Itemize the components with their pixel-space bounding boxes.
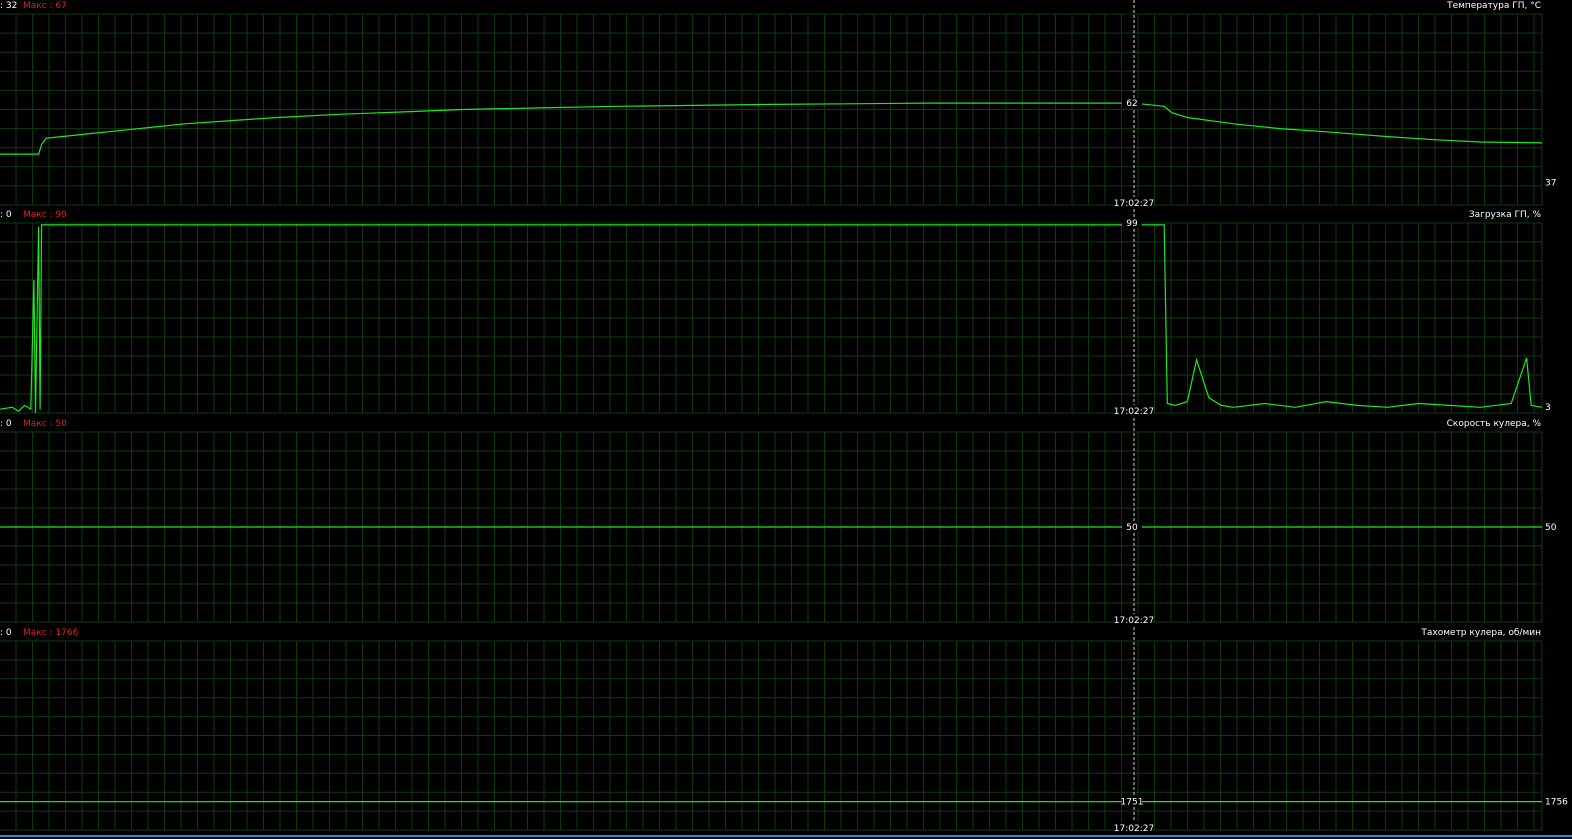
graph-panel-3: : 0 Макс : 50 Скорость кулера, % 50 50 17:02:… xyxy=(0,418,1572,626)
min-value-label: : 0 xyxy=(0,628,12,638)
min-value-label: : 0 xyxy=(0,210,12,220)
current-value-label: 37 xyxy=(1545,179,1556,189)
cursor-time-label: 17:02:27 xyxy=(1114,616,1154,626)
panel-header xyxy=(0,0,1572,13)
cursor-value-label: 99 xyxy=(1126,219,1138,229)
panel-grid xyxy=(0,13,1543,206)
current-value-label: 50 xyxy=(1545,523,1557,533)
graph-title: Загрузка ГП, % xyxy=(1469,210,1542,220)
graph-panel-1: : 32 Макс : 67 Температура ГП, °C 62 37 17:02… xyxy=(0,0,1572,209)
series-line-1 xyxy=(0,224,1543,414)
cursor-value-label: 62 xyxy=(1126,99,1137,109)
graph-panel-2: : 0 Макс : 99 Загрузка ГП, % 99 3 17:02:27 xyxy=(0,209,1572,417)
panel-header xyxy=(0,209,1572,222)
cursor-value-label: 50 xyxy=(1126,523,1138,533)
graph-panel-4: : 0 Макс : 1766 Тахометр кулера, об/мин 175… xyxy=(0,627,1572,834)
cursor-value-label: 1751 xyxy=(1121,798,1144,808)
graph-title: Температура ГП, °C xyxy=(1446,1,1541,11)
window-bottom-border xyxy=(0,835,1572,837)
cursor-time-label: 17:02:27 xyxy=(1114,407,1154,417)
panel-grid xyxy=(0,222,1543,414)
max-value-label: Макс : 67 xyxy=(23,1,67,11)
max-value-label: Макс : 99 xyxy=(23,210,67,220)
min-value-label: : 32 xyxy=(0,1,17,11)
current-value-label: 1756 xyxy=(1545,798,1568,808)
panel-header xyxy=(0,627,1572,640)
max-value-label: Макс : 1766 xyxy=(23,628,79,638)
current-value-label: 3 xyxy=(1545,403,1551,413)
panel-header xyxy=(0,418,1572,431)
cursor-time-label: 17:02:27 xyxy=(1114,824,1154,834)
min-value-label: : 0 xyxy=(0,419,12,429)
graph-title: Тахометр кулера, об/мин xyxy=(1420,628,1541,638)
hardware-monitor-graphs: : 32 Макс : 67 Температура ГП, °C 62 37 17:02… xyxy=(0,0,1572,834)
cursor-time-label: 17:02:27 xyxy=(1114,199,1154,209)
graph-title: Скорость кулера, % xyxy=(1447,419,1542,429)
max-value-label: Макс : 50 xyxy=(23,419,67,429)
